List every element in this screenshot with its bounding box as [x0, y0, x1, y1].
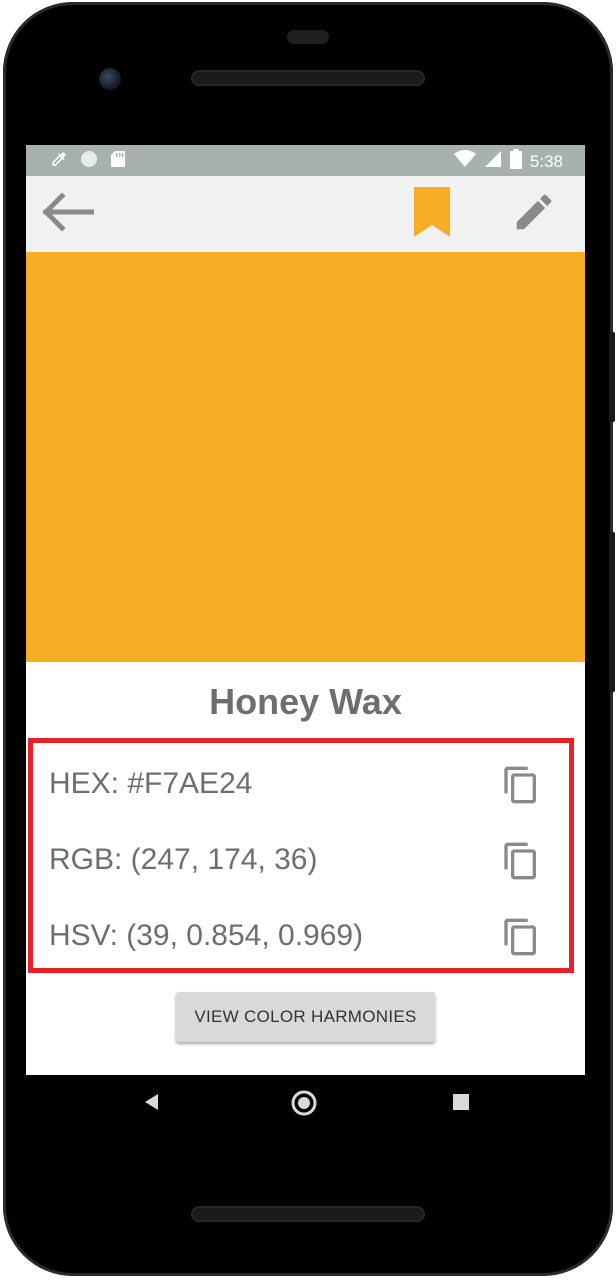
back-button[interactable] — [40, 190, 96, 238]
nav-home-button[interactable] — [288, 1089, 320, 1121]
bookmark-icon — [412, 186, 452, 242]
copy-hex-button[interactable] — [499, 765, 543, 809]
bookmark-button[interactable] — [406, 186, 458, 242]
top-sensor — [287, 30, 329, 44]
edit-button[interactable] — [508, 188, 560, 240]
hsv-value: HSV: (39, 0.854, 0.969) — [49, 919, 364, 952]
color-swatch — [26, 252, 585, 662]
nav-recents-button[interactable] — [446, 1089, 476, 1119]
hex-value: HEX: #F7AE24 — [49, 767, 253, 800]
rgb-value: RGB: (247, 174, 36) — [49, 843, 318, 876]
clipboard-icon — [501, 841, 541, 886]
view-color-harmonies-button[interactable]: VIEW COLOR HARMONIES — [176, 992, 435, 1042]
earpiece-speaker — [191, 70, 425, 86]
battery-icon — [509, 149, 522, 174]
clipboard-icon — [501, 917, 541, 962]
volume-button — [609, 532, 615, 692]
nav-back-button[interactable] — [136, 1089, 166, 1119]
hsv-row: HSV: (39, 0.854, 0.969) — [33, 907, 569, 967]
hex-row: HEX: #F7AE24 — [33, 755, 569, 815]
home-circle-icon — [290, 1089, 318, 1122]
eyedropper-icon — [50, 150, 68, 173]
arrow-back-icon — [42, 191, 95, 237]
app-screen: 5:38 Honey Wax HEX: #F7AE24 RGB: (247, 1… — [26, 145, 585, 1075]
status-bar: 5:38 — [26, 145, 585, 176]
system-nav-bar — [26, 1075, 585, 1135]
clipboard-icon — [501, 765, 541, 810]
copy-rgb-button[interactable] — [499, 841, 543, 885]
back-triangle-icon — [142, 1092, 160, 1117]
signal-icon — [484, 150, 502, 173]
app-bar — [26, 176, 585, 252]
power-button — [609, 332, 615, 422]
color-values-panel: HEX: #F7AE24 RGB: (247, 174, 36) HSV: (3… — [28, 738, 574, 973]
rgb-row: RGB: (247, 174, 36) — [33, 831, 569, 891]
status-time: 5:38 — [529, 151, 563, 171]
pencil-icon — [511, 189, 557, 240]
color-name: Honey Wax — [209, 681, 402, 722]
recents-square-icon — [452, 1093, 470, 1116]
wifi-icon — [453, 150, 476, 173]
bottom-speaker — [191, 1206, 425, 1222]
copy-hsv-button[interactable] — [499, 917, 543, 961]
circle-icon — [80, 150, 98, 173]
front-camera — [99, 68, 121, 90]
sd-card-icon — [110, 150, 126, 173]
